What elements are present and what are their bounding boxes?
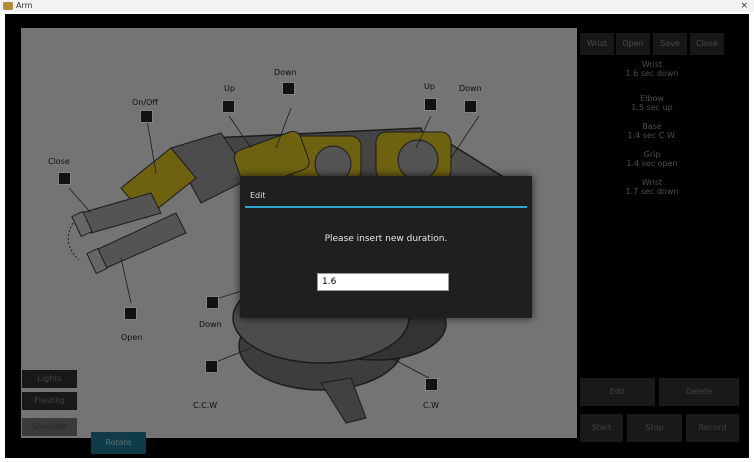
window-title: Arm <box>16 1 33 10</box>
window-close-button[interactable]: × <box>740 0 748 12</box>
edit-dialog: Edit Please insert new duration. 1.6 <box>240 176 532 318</box>
app-icon <box>3 2 13 10</box>
app-screen: On/Off Up Down Up Down Close Open Down C… <box>5 14 749 458</box>
title-bar: Arm × <box>0 0 754 12</box>
dialog-divider <box>245 206 527 208</box>
duration-input[interactable]: 1.6 <box>317 273 449 291</box>
dialog-title: Edit <box>250 191 266 200</box>
dialog-message: Please insert new duration. <box>324 234 448 244</box>
